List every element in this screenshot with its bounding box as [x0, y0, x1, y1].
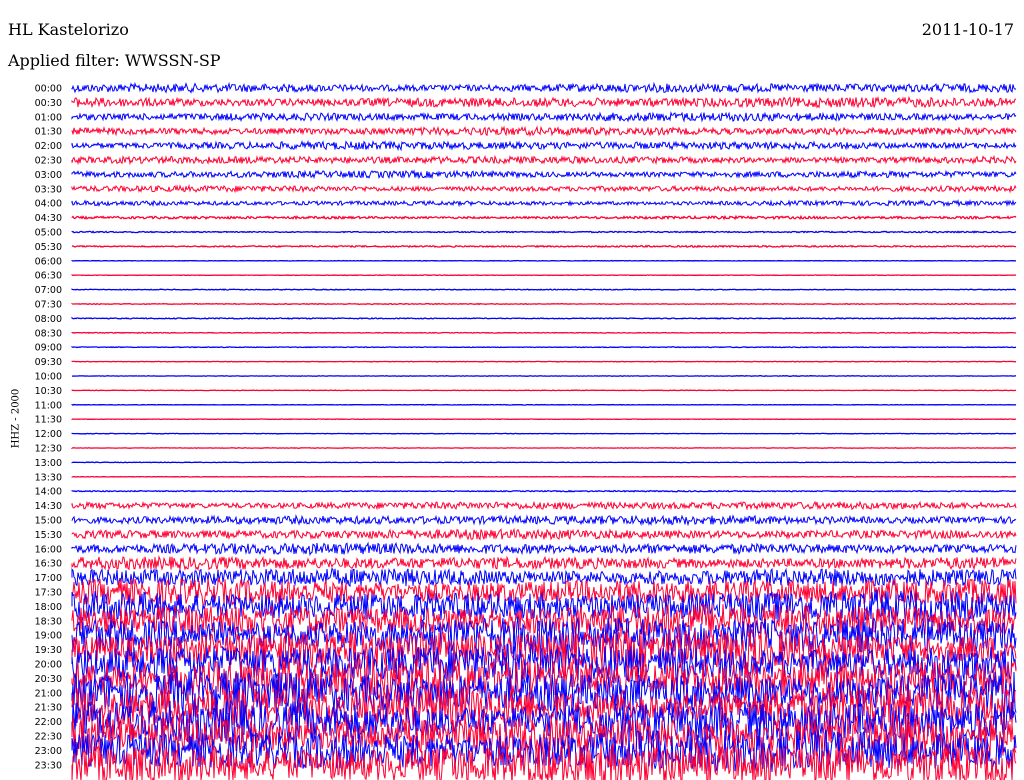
- time-label: 19:00: [35, 631, 62, 642]
- time-label: 13:00: [35, 458, 62, 469]
- time-label: 15:00: [35, 516, 62, 527]
- time-label: 03:00: [35, 170, 62, 181]
- time-label: 14:00: [35, 487, 62, 498]
- seismic-trace: [71, 541, 1017, 557]
- time-label: 02:30: [35, 156, 62, 167]
- seismic-trace: [71, 214, 1017, 221]
- seismic-trace: [71, 198, 1017, 208]
- time-label: 01:30: [35, 127, 62, 138]
- time-label: 23:30: [35, 760, 62, 771]
- seismic-trace: [71, 111, 1017, 123]
- time-label: 07:00: [35, 285, 62, 296]
- time-label: 12:00: [35, 429, 62, 440]
- time-label: 04:00: [35, 199, 62, 210]
- time-label: 09:00: [35, 343, 62, 354]
- time-label: 17:00: [35, 573, 62, 584]
- seismic-trace: [71, 461, 1017, 464]
- seismic-trace: [71, 475, 1017, 478]
- seismic-trace: [71, 81, 1017, 94]
- time-label: 06:30: [35, 271, 62, 282]
- seismic-trace: [71, 389, 1017, 392]
- seismic-trace: [71, 555, 1017, 572]
- time-label: 11:00: [35, 400, 62, 411]
- time-label: 19:30: [35, 645, 62, 656]
- seismic-trace: [71, 513, 1017, 527]
- seismic-trace: [71, 446, 1017, 450]
- time-label: 22:30: [35, 732, 62, 743]
- time-label: 10:30: [35, 386, 62, 397]
- seismic-trace: [71, 288, 1017, 291]
- seismic-trace: [71, 432, 1017, 435]
- time-label: 08:00: [35, 314, 62, 325]
- seismic-trace: [71, 125, 1017, 137]
- time-label: 06:00: [35, 256, 62, 267]
- time-label: 09:30: [35, 357, 62, 368]
- seismic-trace: [71, 274, 1017, 277]
- time-label: 01:00: [35, 112, 62, 123]
- time-label: 20:30: [35, 674, 62, 685]
- seismic-trace: [71, 95, 1017, 109]
- time-label: 07:30: [35, 300, 62, 311]
- seismic-trace: [71, 316, 1017, 320]
- time-label: 05:00: [35, 228, 62, 239]
- seismic-trace: [71, 489, 1017, 493]
- seismic-trace: [71, 331, 1017, 334]
- seismic-trace: [71, 154, 1017, 166]
- time-label: 18:30: [35, 616, 62, 627]
- time-label: 03:30: [35, 184, 62, 195]
- seismic-trace: [71, 527, 1017, 541]
- time-label: 10:00: [35, 372, 62, 383]
- time-label: 08:30: [35, 328, 62, 339]
- seismic-trace: [71, 360, 1017, 363]
- time-label: 02:00: [35, 141, 62, 152]
- time-label: 21:00: [35, 688, 62, 699]
- time-label: 05:30: [35, 242, 62, 253]
- seismic-trace: [71, 302, 1017, 306]
- seismic-trace: [71, 500, 1017, 511]
- time-label: 11:30: [35, 415, 62, 426]
- time-label: 17:30: [35, 588, 62, 599]
- time-label: 16:30: [35, 559, 62, 570]
- seismic-trace: [71, 403, 1017, 406]
- seismic-trace: [71, 183, 1017, 194]
- time-label: 12:30: [35, 444, 62, 455]
- time-label: 22:00: [35, 717, 62, 728]
- time-label: 20:00: [35, 660, 62, 671]
- seismic-trace: [71, 418, 1017, 421]
- time-label: 14:30: [35, 501, 62, 512]
- seismic-trace: [71, 259, 1017, 262]
- seismic-trace: [71, 374, 1017, 377]
- seismic-trace: [71, 169, 1017, 180]
- time-label: 16:00: [35, 544, 62, 555]
- time-label: 23:00: [35, 746, 62, 757]
- time-label: 00:30: [35, 98, 62, 109]
- time-label: 15:30: [35, 530, 62, 541]
- time-label: 00:00: [35, 84, 62, 95]
- seismic-trace: [71, 230, 1017, 234]
- time-label: 04:30: [35, 213, 62, 224]
- time-label: 18:00: [35, 602, 62, 613]
- seismic-trace: [71, 345, 1017, 349]
- seismic-trace: [71, 139, 1017, 152]
- time-label: 21:30: [35, 703, 62, 714]
- time-label: 13:30: [35, 472, 62, 483]
- helicorder-plot: 00:00 00:30 01:00 01:30 02:00 02:30 03:00 03:30…: [35, 81, 1017, 780]
- seismic-trace: [71, 244, 1017, 249]
